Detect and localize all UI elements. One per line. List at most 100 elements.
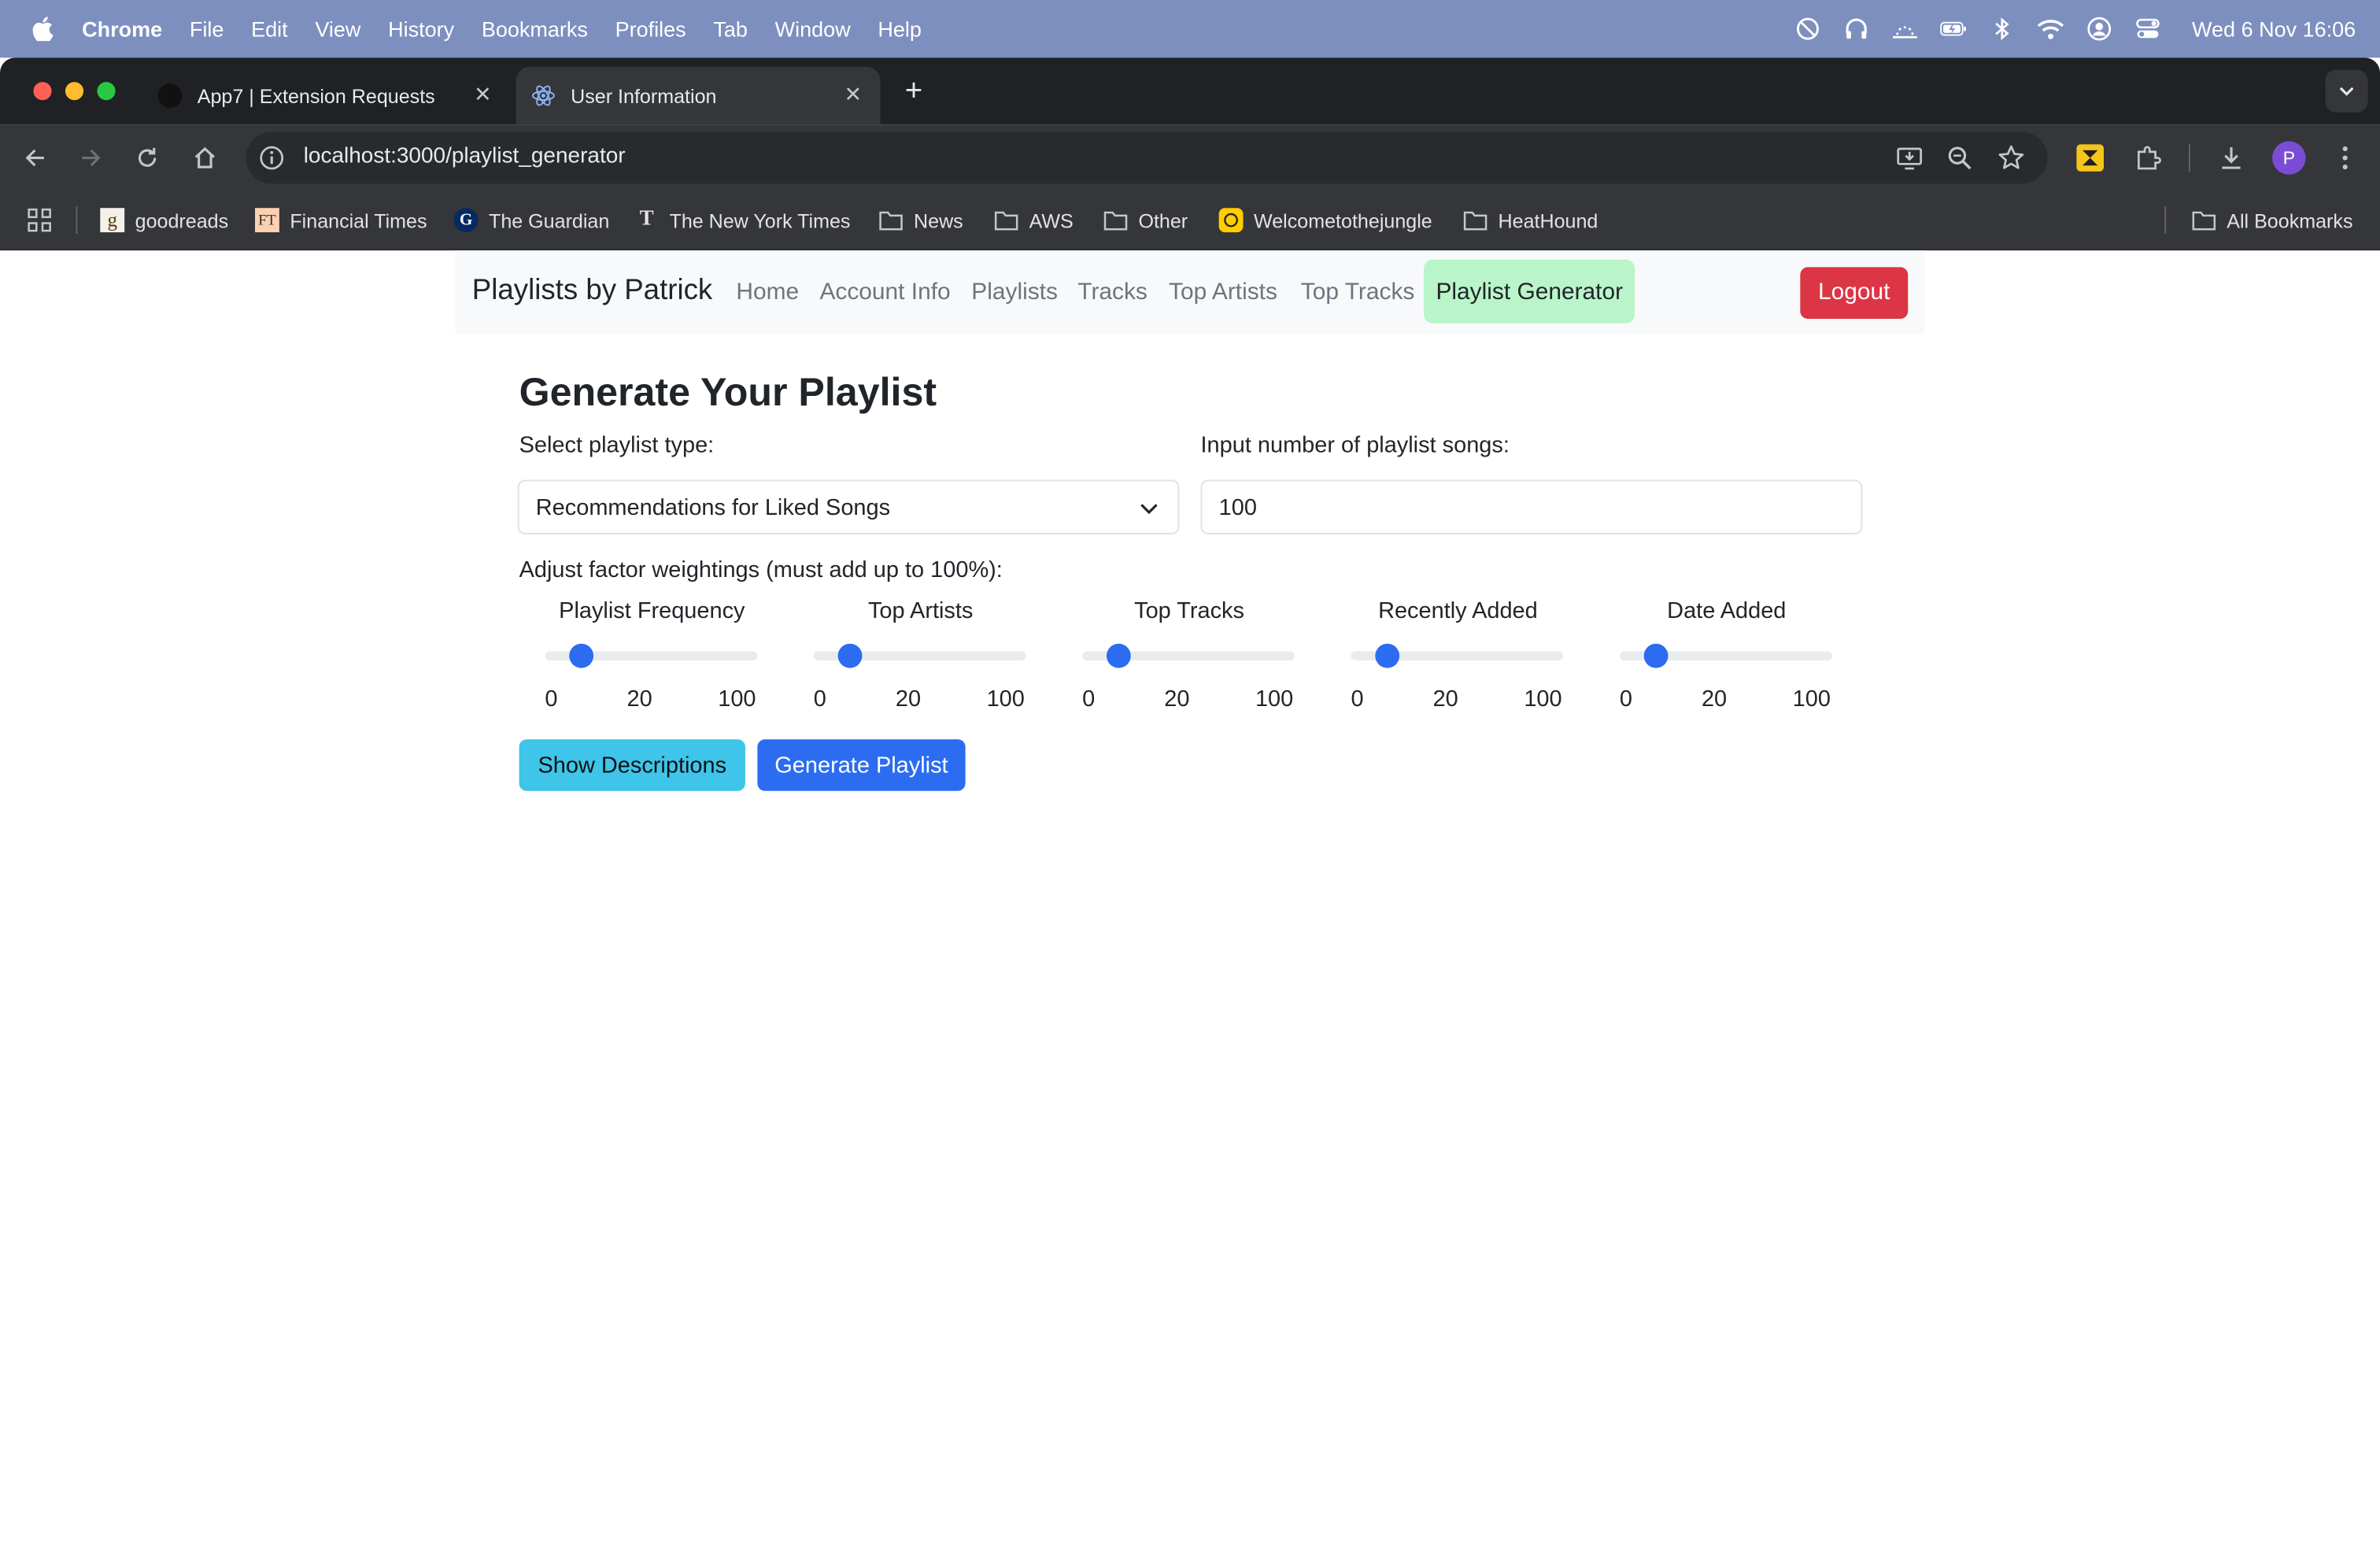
slider-min-label: 0 [1351,686,1364,712]
nav-top-tracks[interactable]: Top Tracks [1301,279,1415,307]
nav-account-info[interactable]: Account Info [819,279,950,307]
close-window-button[interactable] [33,82,52,101]
slider-max-label: 100 [1524,686,1562,712]
tab-user-information[interactable]: User Information ✕ [516,66,881,125]
factor-date-added: Date Added 0 20 100 [1592,598,1861,719]
menu-app-name[interactable]: Chrome [82,17,162,41]
more-menu-icon[interactable] [2330,142,2360,173]
tab-search-button[interactable] [2325,69,2368,113]
bookmark-the-guardian[interactable]: G The Guardian [453,203,609,236]
install-app-icon[interactable] [1896,144,1924,172]
toolbar-separator [2189,144,2190,172]
menu-history[interactable]: History [388,17,454,41]
folder-icon [2192,208,2216,232]
downloads-icon[interactable] [2216,142,2247,173]
all-bookmarks-button[interactable]: All Bookmarks [2192,203,2352,236]
bookmark-separator [76,206,78,235]
tab-title: App7 | Extension Requests [197,84,435,107]
apps-grid-icon[interactable] [28,203,52,236]
bookmark-nyt[interactable]: T The New York Times [634,203,851,236]
chevron-down-icon [2339,87,2354,96]
site-brand[interactable]: Playlists by Patrick [472,275,712,308]
zoom-window-button[interactable] [97,82,116,101]
nav-top-artists[interactable]: Top Artists [1169,279,1277,307]
factor-top-artists: Top Artists 0 20 100 [786,598,1055,719]
url-text[interactable]: localhost:3000/playlist_generator [304,144,626,168]
bookmark-folder-news[interactable]: News [879,203,963,236]
factor-name: Top Artists [867,597,974,624]
battery-icon[interactable] [1940,15,1968,43]
nav-playlists[interactable]: Playlists [971,279,1058,307]
bookmark-label: Other [1138,209,1188,232]
menubar-clock[interactable]: Wed 6 Nov 16:06 [2192,17,2356,41]
user-account-icon[interactable] [2086,15,2113,43]
nav-home[interactable]: Home [736,279,799,307]
bookmark-folder-aws[interactable]: AWS [994,203,1074,236]
menu-edit[interactable]: Edit [251,17,288,41]
menu-help[interactable]: Help [878,17,922,41]
extensions-puzzle-icon[interactable] [2133,142,2164,173]
factor-name: Playlist Frequency [559,597,745,624]
bookmark-folder-heathound[interactable]: HeatHound [1463,203,1598,236]
forward-icon[interactable] [76,142,106,173]
wifi-icon[interactable] [2037,15,2064,43]
ft-icon: FT [255,208,279,233]
playlist-type-select[interactable]: Recommendations for Liked Songs [517,479,1180,534]
back-icon[interactable] [20,142,50,173]
focus-icon[interactable] [1794,15,1822,43]
guardian-icon: G [453,208,479,233]
close-tab-icon[interactable]: ✕ [471,81,495,106]
bookmark-label: HeatHound [1498,209,1598,232]
apple-icon[interactable] [31,17,55,42]
tab-extension-requests[interactable]: App7 | Extension Requests ✕ [146,67,510,124]
minimize-window-button[interactable] [65,82,84,101]
close-tab-icon[interactable]: ✕ [841,81,865,106]
folder-icon [1103,208,1128,232]
folder-icon [994,208,1018,232]
bookmark-folder-other[interactable]: Other [1103,203,1188,236]
slider-thumb[interactable] [837,643,863,668]
slider-mid-label: 20 [1701,686,1728,712]
show-descriptions-button[interactable]: Show Descriptions [519,739,745,791]
logout-button[interactable]: Logout [1800,267,1909,320]
control-center-icon[interactable] [2134,15,2162,43]
extension-yellow-icon[interactable] [2075,142,2105,173]
new-tab-button[interactable]: + [899,76,929,108]
slider-thumb[interactable] [1374,643,1399,668]
address-bar[interactable]: localhost:3000/playlist_generator [246,131,2048,184]
slider-thumb[interactable] [1106,643,1131,668]
menu-bookmarks[interactable]: Bookmarks [482,17,588,41]
menu-tab[interactable]: Tab [713,17,748,41]
menu-view[interactable]: View [315,17,360,41]
menu-file[interactable]: File [190,17,224,41]
home-icon[interactable] [190,142,220,173]
slider-min-label: 0 [1619,686,1632,712]
wttj-icon [1218,208,1244,233]
site-navbar: Playlists by Patrick Home Account Info P… [455,250,1925,335]
generate-playlist-button[interactable]: Generate Playlist [757,739,966,791]
menu-profiles[interactable]: Profiles [615,17,686,41]
nav-tracks[interactable]: Tracks [1077,279,1148,307]
bookmark-star-icon[interactable] [1998,144,2025,172]
bookmark-financial-times[interactable]: FT Financial Times [255,203,427,236]
macos-menu-bar: Chrome File Edit View History Bookmarks … [0,0,2380,58]
reload-icon[interactable] [132,142,163,173]
brightness-icon[interactable] [1891,15,1919,43]
headphones-icon[interactable] [1842,15,1870,43]
nav-playlist-generator[interactable]: Playlist Generator [1424,259,1635,324]
zoom-icon[interactable] [1946,144,1973,172]
bookmark-label: News [914,209,963,232]
bookmark-label: Welcometothejungle [1254,209,1432,232]
song-count-label: Input number of playlist songs: [1200,432,1510,459]
profile-avatar[interactable]: P [2272,141,2306,175]
slider-thumb[interactable] [1643,643,1669,668]
song-count-input[interactable]: 100 [1200,479,1863,534]
bookmark-goodreads[interactable]: g goodreads [100,203,228,236]
slider-thumb[interactable] [568,643,593,668]
bluetooth-icon[interactable] [1989,15,2016,43]
site-info-icon[interactable] [258,144,286,172]
chevron-down-icon [1138,498,1159,520]
bookmark-welcometothejungle[interactable]: Welcometothejungle [1218,203,1432,236]
slider-max-label: 100 [1255,686,1294,712]
menu-window[interactable]: Window [775,17,851,41]
